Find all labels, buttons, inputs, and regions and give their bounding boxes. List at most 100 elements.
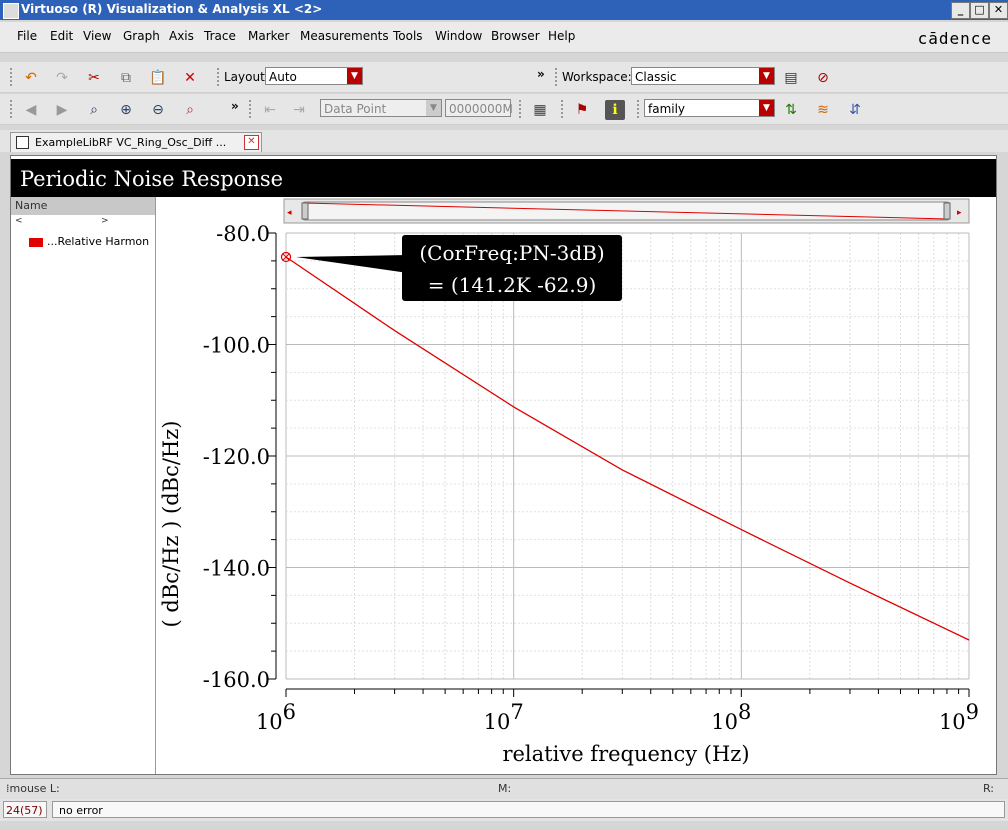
paste-icon[interactable]: 📋 [148,68,168,88]
message-bar: 24(57) no error [0,799,1008,821]
y-tick-label: -100.0 [203,334,270,358]
calculator-icon[interactable]: ▦ [530,100,550,120]
y-axis-label: ( dBc/Hz ) (dBc/Hz) [159,421,183,628]
toolbar-overflow[interactable]: » [231,99,239,113]
marker-type-select[interactable]: Data Point ▼ [320,99,442,117]
scroll-left-icon[interactable]: < [15,216,23,226]
save-workspace-icon[interactable]: ▤ [781,68,801,88]
menu-browser[interactable]: Browser [491,29,540,43]
menu-marker[interactable]: Marker [248,29,289,43]
chart-series[interactable] [285,256,970,641]
toolbar-grip[interactable] [637,100,643,118]
x-tick-label: 107 [484,700,524,734]
layout-select[interactable]: Auto ▼ [265,67,363,85]
y-tick-labels: -80.0 -100.0 -120.0 -140.0 -160.0 [203,222,270,692]
cut-icon[interactable]: ✂ [84,68,104,88]
y-tick-label: -80.0 [216,222,270,246]
chart-grid [285,232,970,680]
zoom-xy-icon[interactable]: ⌕ [180,100,200,120]
toolbar-overflow[interactable]: » [537,67,545,81]
x-tick-label: 109 [939,700,979,734]
forward-icon[interactable]: ▶ [52,100,72,120]
trace-browser: Name < > ...Relative Harmon [11,197,156,774]
menu-help[interactable]: Help [548,29,575,43]
menu-measurements[interactable]: Measurements [300,29,389,43]
zoom-in-icon[interactable]: ⊕ [116,100,136,120]
maximize-icon[interactable]: □ [970,2,989,19]
chevron-down-icon[interactable]: ▼ [347,68,362,84]
menu-file[interactable]: File [17,29,37,43]
info-icon[interactable]: ℹ [605,100,625,120]
family-up-icon[interactable]: ⇵ [845,100,865,120]
menu-trace[interactable]: Trace [204,29,236,43]
toolbar-grip[interactable] [217,68,223,86]
family-value: family [648,102,686,116]
flag-icon[interactable]: ⚑ [572,100,592,120]
y-tick-label: -120.0 [203,445,270,469]
toolbar-grip[interactable] [10,68,16,86]
x-axis-label: relative frequency (Hz) [502,742,749,766]
menubar: File Edit View Graph Axis Trace Marker M… [0,22,1008,53]
chevron-down-icon[interactable]: ▼ [426,100,441,116]
strip-left-handle [301,202,309,220]
chevron-down-icon[interactable]: ▼ [759,100,774,116]
tab-bar: ExampleLibRF VC_Ring_Osc_Diff ... ✕ [0,130,1008,152]
strip-left-icon: ◂ [287,208,292,218]
toolbar-grip[interactable] [555,68,561,86]
toolbar-grip[interactable] [561,100,567,118]
family-select[interactable]: family ▼ [644,99,775,117]
toolbar-grip[interactable] [249,100,255,118]
chart[interactable]: ◂ ▸ -80.0 -100.0 -120.0 -140.0 -160.0 106 107… [156,197,995,773]
graph-title: Periodic Noise Response [20,167,284,191]
cadence-logo: cādence [917,29,992,48]
zoom-fit-icon[interactable]: ⌕ [84,100,104,120]
menu-tools[interactable]: Tools [393,29,423,43]
family-down-icon[interactable]: ⇅ [781,100,801,120]
x-tick-label: 106 [256,700,296,734]
undo-icon[interactable]: ↶ [21,68,41,88]
toolbar-grip[interactable] [10,100,16,118]
graph-header: Periodic Noise Response [11,159,996,197]
app-icon [3,3,19,19]
browser-scrollbar[interactable]: < > [13,216,153,226]
marker-right-icon[interactable]: ⇥ [289,100,309,120]
redo-icon[interactable]: ↷ [52,68,72,88]
delete-icon[interactable]: ✕ [180,68,200,88]
minimize-icon[interactable]: _ [951,2,970,19]
close-icon[interactable]: ✕ [989,2,1008,19]
chart-axes [268,232,970,697]
strip-scrollbar[interactable]: ◂ ▸ [283,198,970,224]
marker-left-icon[interactable]: ⇤ [260,100,280,120]
command-counter: 24(57) [3,801,47,818]
family-all-icon[interactable]: ≋ [813,100,833,120]
menu-edit[interactable]: Edit [50,29,73,43]
status-message: no error [52,801,1005,818]
menu-axis[interactable]: Axis [169,29,194,43]
mouse-middle-status: M: [498,782,512,795]
menu-window[interactable]: Window [435,29,482,43]
chevron-down-icon[interactable]: ▼ [759,68,774,84]
layout-value: Auto [269,70,297,84]
delete-workspace-icon[interactable]: ⊘ [813,68,833,88]
menu-view[interactable]: View [83,29,111,43]
marker-value-field[interactable]: 0000000M [445,99,513,117]
layout-label: Layout: [224,70,269,84]
close-tab-icon[interactable]: ✕ [244,135,259,150]
strip-right-icon: ▸ [957,208,962,218]
trace-item[interactable]: ...Relative Harmon [19,235,153,248]
marker-callout[interactable]: (CorFreq:PN-3dB) = (141.2K -62.9) [296,235,622,301]
toolbar-grip[interactable] [519,100,525,118]
y-tick-label: -160.0 [203,668,270,692]
copy-icon[interactable]: ⧉ [116,68,136,88]
back-icon[interactable]: ◀ [21,100,41,120]
graph-panel: Periodic Noise Response Name < > ...Rela… [10,155,997,775]
tab-label: ExampleLibRF VC_Ring_Osc_Diff ... [35,136,227,149]
zoom-out-icon[interactable]: ⊖ [148,100,168,120]
toolbar-graph: ◀ ▶ ⌕ ⊕ ⊖ ⌕ » ⇤ ⇥ Data Point ▼ 0000000M … [0,94,1008,125]
name-column-header[interactable]: Name [11,197,155,215]
tab-graph[interactable]: ExampleLibRF VC_Ring_Osc_Diff ... ✕ [10,132,262,152]
scroll-right-icon[interactable]: > [101,216,109,226]
workspace-select[interactable]: Classic ▼ [631,67,775,85]
marker-label-line1: (CorFreq:PN-3dB) [419,241,604,265]
menu-graph[interactable]: Graph [123,29,160,43]
